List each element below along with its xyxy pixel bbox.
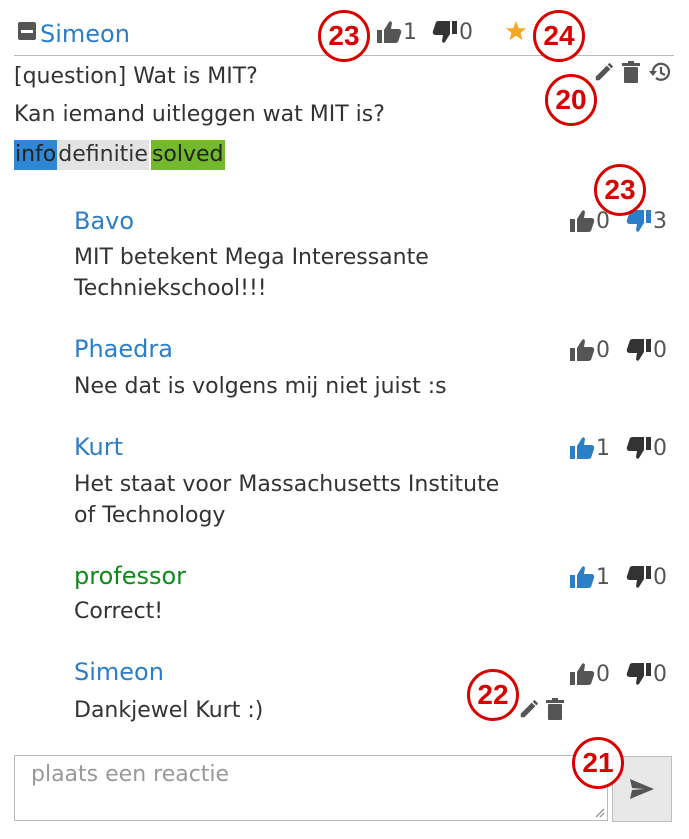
reply-author[interactable]: Simeon [74,658,164,686]
reply-dislike-button[interactable]: 0 [626,662,667,686]
reply-text: MIT betekent Mega Interessante Technieks… [74,242,574,304]
star-icon[interactable] [505,20,527,42]
reply-dislike-button[interactable]: 0 [626,436,667,460]
reply-text-line: MIT betekent Mega Interessante [74,245,429,270]
reply-dislike-count: 0 [653,662,667,687]
send-icon [629,778,655,800]
thumbs-up-icon [376,20,402,44]
collapse-icon[interactable] [17,21,37,41]
reply-text: Het staat voor Massachusetts Institute o… [74,469,574,531]
post-tags: info definitie solved [14,140,229,170]
trash-icon[interactable] [546,698,564,720]
reply-like-count: 0 [596,338,610,363]
post-title: [question] Wat is MIT? [14,64,258,89]
annotation-badge: 24 [533,10,585,62]
reply-like-count: 1 [596,565,610,590]
resize-handle-icon[interactable] [593,806,605,818]
thumbs-up-icon [569,338,595,362]
thumbs-down-icon [626,436,652,460]
reply-author[interactable]: Phaedra [74,335,173,363]
thumbs-up-icon [569,565,595,589]
reply-text-line: Correct! [74,599,164,624]
reply-text-line: Techniekschool!!! [74,276,267,301]
annotation-badge: 23 [594,164,646,216]
reply-text-line: of Technology [74,503,226,528]
thumbs-up-icon [569,436,595,460]
trash-icon[interactable] [622,61,640,83]
thumbs-up-icon [569,209,595,233]
post-body: Kan iemand uitleggen wat MIT is? [14,102,385,127]
reply-dislike-count: 0 [653,436,667,461]
reply-author[interactable]: Bavo [74,207,134,235]
annotation-badge: 21 [572,737,624,789]
history-icon[interactable] [648,61,672,83]
thumbs-down-icon [432,20,458,44]
reply-text: Nee dat is volgens mij niet juist :s [74,371,574,402]
tag-info[interactable]: info [14,140,58,170]
tag-solved[interactable]: solved [150,140,225,170]
post-like-button[interactable]: 1 [376,20,417,44]
annotation-badge: 20 [545,74,597,126]
reply-like-button[interactable]: 0 [569,209,610,233]
post-dislike-count: 0 [459,20,473,45]
reply-author[interactable]: Kurt [74,433,123,461]
reply-like-count: 0 [596,209,610,234]
reply-dislike-count: 0 [653,565,667,590]
post-like-count: 1 [403,20,417,45]
comment-input[interactable]: plaats een reactie [14,755,608,821]
thumbs-down-icon [626,338,652,362]
thumbs-down-icon [626,662,652,686]
reply-like-count: 0 [596,662,610,687]
reply-text-line: Het staat voor Massachusetts Institute [74,472,500,497]
reply-like-button[interactable]: 0 [569,662,610,686]
edit-icon[interactable] [518,698,540,720]
thumbs-down-icon [626,565,652,589]
post-author[interactable]: Simeon [40,20,130,48]
post-dislike-button[interactable]: 0 [432,20,473,44]
reply-dislike-button[interactable]: 0 [626,565,667,589]
annotation-badge: 22 [467,669,519,721]
reply-dislike-button[interactable]: 0 [626,338,667,362]
tag-definitie[interactable]: definitie [57,140,149,170]
reply-dislike-count: 0 [653,338,667,363]
reply-like-button[interactable]: 1 [569,436,610,460]
reply-like-button[interactable]: 0 [569,338,610,362]
thumbs-up-icon [569,662,595,686]
reply-like-count: 1 [596,436,610,461]
reply-like-button[interactable]: 1 [569,565,610,589]
reply-dislike-count: 3 [653,209,667,234]
comment-placeholder: plaats een reactie [31,762,230,787]
reply-text: Correct! [74,596,574,627]
reply-author-professor[interactable]: professor [74,562,186,590]
annotation-badge: 23 [318,10,370,62]
reply-text-line: Nee dat is volgens mij niet juist :s [74,374,447,399]
edit-icon[interactable] [593,61,615,83]
